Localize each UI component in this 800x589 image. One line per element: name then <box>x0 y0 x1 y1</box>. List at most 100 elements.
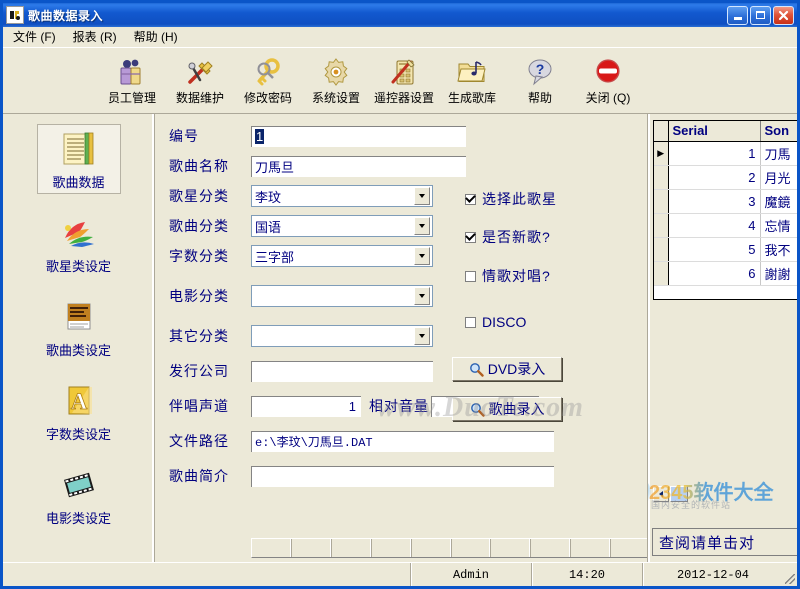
field-label-wordcount-category: 字数分类 <box>169 246 251 266</box>
checkbox-select-singer[interactable]: 选择此歌星 <box>465 189 557 209</box>
chevron-down-icon[interactable] <box>414 247 430 265</box>
toolbar-button-help[interactable]: ? 帮助 <box>506 51 574 106</box>
minimize-button[interactable] <box>727 6 748 25</box>
toolbar-button-build-library[interactable]: 生成歌库 <box>438 51 506 106</box>
sidebar-item-singer-category[interactable]: 歌星类设定 <box>37 208 121 278</box>
cell-song: 魔鏡 <box>760 189 797 213</box>
checkbox-is-new-song[interactable]: 是否新歌? <box>465 227 551 247</box>
song-import-button[interactable]: 歌曲录入 <box>452 397 562 421</box>
nav-first-button[interactable] <box>252 539 292 557</box>
table-row[interactable]: ▶ 1 刀馬 <box>654 141 797 165</box>
file-path-input[interactable]: e:\李玟\刀馬旦.DAT <box>251 431 554 452</box>
toolbar-label: 员工管理 <box>108 89 156 106</box>
table-row[interactable]: 6 謝謝 <box>654 261 797 285</box>
menu-file[interactable]: 文件 (F) <box>9 27 65 47</box>
song-list-grid[interactable]: Serial Son ▶ 1 刀馬 2 月光 <box>653 120 797 300</box>
svg-text:?: ? <box>536 61 545 77</box>
row-indicator <box>654 213 668 237</box>
table-body: ▶ 1 刀馬 2 月光 3 魔鏡 <box>654 141 797 285</box>
song-category-value: 国语 <box>252 217 414 236</box>
toolbar-button-close[interactable]: 关闭 (Q) <box>574 51 642 106</box>
song-list-table: Serial Son ▶ 1 刀馬 2 月光 <box>654 121 797 286</box>
nav-refresh-button[interactable] <box>611 539 647 557</box>
checkbox-label: 选择此歌星 <box>482 189 557 209</box>
row-indicator <box>654 189 668 213</box>
menu-report[interactable]: 报表 (R) <box>69 27 126 47</box>
movie-category-combo[interactable] <box>251 285 433 307</box>
nav-prior-button[interactable] <box>292 539 332 557</box>
other-category-combo[interactable] <box>251 325 433 347</box>
field-label-description: 歌曲简介 <box>169 466 251 486</box>
toolbar-label: 遥控器设置 <box>374 89 434 106</box>
folder-music-icon <box>456 54 488 88</box>
toolbar-button-employee-management[interactable]: 员工管理 <box>98 51 166 106</box>
nav-last-button[interactable] <box>372 539 412 557</box>
scroll-left-button[interactable] <box>653 486 669 502</box>
channel-input[interactable]: 1 <box>251 396 361 417</box>
sidebar-item-song-category[interactable]: 歌曲类设定 <box>37 292 121 362</box>
nav-next-button[interactable] <box>332 539 372 557</box>
svg-text:A: A <box>70 389 87 414</box>
sidebar-item-song-data[interactable]: 歌曲数据 <box>37 124 121 194</box>
watermark-mascot <box>647 474 651 512</box>
maximize-button[interactable] <box>750 6 771 25</box>
form-row-wordcount-category: 字数分类 三字部 <box>169 244 433 268</box>
cell-song: 我不 <box>760 237 797 261</box>
cell-serial: 5 <box>668 237 760 261</box>
table-row[interactable]: 4 忘情 <box>654 213 797 237</box>
checkbox-label: 是否新歌? <box>482 227 551 247</box>
description-input[interactable] <box>251 466 554 487</box>
serial-input[interactable]: 1 <box>251 126 466 147</box>
sidebar-item-movie-category[interactable]: 电影类设定 <box>37 460 121 530</box>
song-data-form: 编号 1 歌曲名称 刀馬旦 歌星分类 李玟 歌曲分类 <box>155 114 647 562</box>
key-icon <box>252 54 284 88</box>
table-row[interactable]: 2 月光 <box>654 165 797 189</box>
form-row-file-path: 文件路径 e:\李玟\刀馬旦.DAT <box>169 429 554 453</box>
form-row-description: 歌曲简介 <box>169 464 554 488</box>
sidebar-item-wordcount-category[interactable]: A 字数类设定 <box>37 376 121 446</box>
status-date-panel: 2012-12-04 <box>642 563 783 586</box>
publisher-input[interactable] <box>251 361 433 382</box>
form-row-other-category: 其它分类 <box>169 324 433 348</box>
song-category-combo[interactable]: 国语 <box>251 215 433 237</box>
checkbox-disco[interactable]: DISCO <box>465 312 526 332</box>
nav-delete-button[interactable] <box>452 539 492 557</box>
nav-cancel-button[interactable] <box>571 539 611 557</box>
nav-edit-button[interactable] <box>491 539 531 557</box>
column-header-serial[interactable]: Serial <box>668 121 760 141</box>
dvd-import-button[interactable]: DVD录入 <box>452 357 562 381</box>
chevron-down-icon[interactable] <box>414 217 430 235</box>
record-navigator[interactable] <box>251 538 647 558</box>
resize-grip[interactable] <box>783 572 797 586</box>
table-row[interactable]: 5 我不 <box>654 237 797 261</box>
song-name-input[interactable]: 刀馬旦 <box>251 156 466 177</box>
scrollbar-thumb[interactable] <box>670 486 688 502</box>
table-header-row: Serial Son <box>654 121 797 141</box>
nav-insert-button[interactable] <box>412 539 452 557</box>
nav-post-button[interactable] <box>531 539 571 557</box>
column-header-song[interactable]: Son <box>760 121 797 141</box>
sidebar-item-label: 歌曲类设定 <box>46 340 111 359</box>
form-row-singer-category: 歌星分类 李玟 <box>169 184 433 208</box>
hammer-wrench-icon <box>184 54 216 88</box>
toolbar-button-remote-settings[interactable]: 遥控器设置 <box>370 51 438 106</box>
sidebar-item-label: 字数类设定 <box>46 424 111 443</box>
cell-song: 謝謝 <box>760 261 797 285</box>
menu-help[interactable]: 帮助 (H) <box>130 27 187 47</box>
chevron-down-icon[interactable] <box>414 187 430 205</box>
toolbar-button-change-password[interactable]: 修改密码 <box>234 51 302 106</box>
grid-horizontal-scrollbar[interactable] <box>653 486 795 502</box>
checkbox-love-duet[interactable]: 情歌对唱? <box>465 266 551 286</box>
chevron-down-icon[interactable] <box>414 327 430 345</box>
table-row[interactable]: 3 魔鏡 <box>654 189 797 213</box>
toolbar-button-system-settings[interactable]: 系统设置 <box>302 51 370 106</box>
song-data-icon <box>59 128 99 170</box>
toolbar-label: 生成歌库 <box>448 89 496 106</box>
chevron-down-icon[interactable] <box>414 287 430 305</box>
form-row-movie-category: 电影分类 <box>169 284 433 308</box>
toolbar-button-data-maintenance[interactable]: 数据维护 <box>166 51 234 106</box>
wordcount-category-combo[interactable]: 三字部 <box>251 245 433 267</box>
singer-category-combo[interactable]: 李玟 <box>251 185 433 207</box>
cell-serial: 3 <box>668 189 760 213</box>
close-button[interactable] <box>773 6 794 25</box>
